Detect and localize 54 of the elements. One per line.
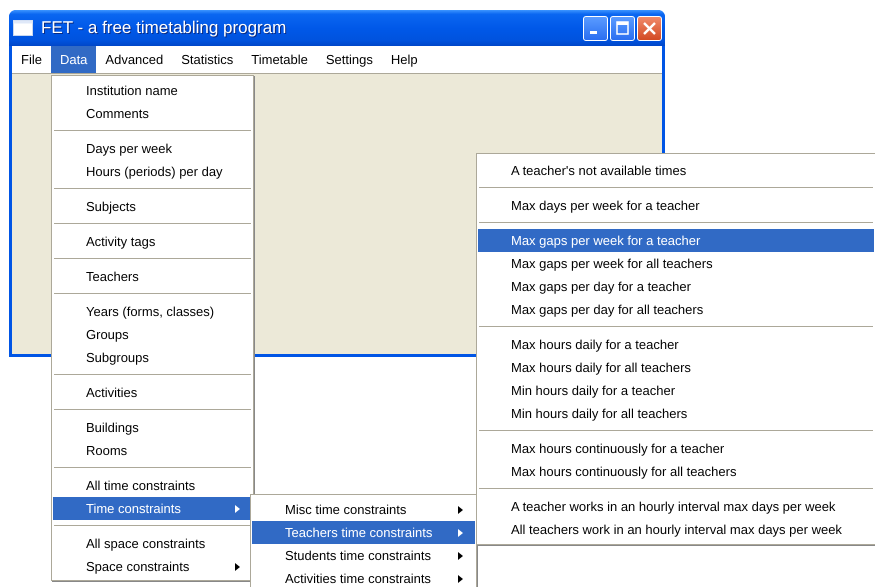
menu-item[interactable]: All teachers work in an hourly interval max days per week [478,518,874,541]
menu-item[interactable]: Time constraints [53,497,252,520]
menu-item[interactable]: Max hours continuously for all teachers [478,460,874,483]
menu-bar-item[interactable]: Data [50,46,96,73]
menu-item[interactable]: Buildings [53,416,252,439]
maximize-button[interactable] [610,16,635,40]
menu-bar-item[interactable]: File [12,46,51,73]
window-title: FET - a free timetabling program [41,18,286,38]
menu-item[interactable]: Max hours daily for a teacher [478,333,874,356]
submenu-arrow-icon [235,563,240,571]
menu-bar-item[interactable]: Settings [316,46,382,73]
submenu-arrow-icon [458,575,463,583]
menu-item[interactable]: Max gaps per day for all teachers [478,298,874,321]
menu-item[interactable]: Hours (periods) per day [53,160,252,183]
menu-item[interactable]: Max days per week for a teacher [478,194,874,217]
menu-item[interactable]: Max gaps per day for a teacher [478,275,874,298]
menu-item[interactable]: Days per week [53,137,252,160]
menu-item[interactable]: A teacher works in an hourly interval max days per week [478,495,874,518]
minimize-button[interactable] [583,16,608,40]
menu-item[interactable]: Comments [53,102,252,125]
menu-item[interactable]: Max gaps per week for all teachers [478,252,874,275]
menu-item[interactable]: Activity tags [53,230,252,253]
menu-item[interactable]: Activities [53,381,252,404]
menu-item[interactable]: Misc time constraints [252,498,475,521]
submenu-arrow-icon [458,506,463,514]
submenu-arrow-icon [458,529,463,537]
menu-bar-item[interactable]: Advanced [96,46,172,73]
menu-item[interactable]: Max gaps per week for a teacher [478,229,874,252]
menu-item[interactable]: Subgroups [53,346,252,369]
menu-item[interactable]: Activities time constraints [252,567,475,587]
menu-item[interactable]: Institution name [53,79,252,102]
menu-item[interactable]: Min hours daily for a teacher [478,379,874,402]
menu-item[interactable]: Max hours continuously for a teacher [478,437,874,460]
menu-bar-item[interactable]: Timetable [242,46,317,73]
menu-item[interactable]: Rooms [53,439,252,462]
menu-item[interactable]: Teachers [53,265,252,288]
submenu-arrow-icon [458,552,463,560]
menu-bar-item[interactable]: Statistics [172,46,242,73]
menu-item[interactable]: Subjects [53,195,252,218]
menu-item[interactable]: Max hours daily for all teachers [478,356,874,379]
menu-bar-item[interactable]: Help [382,46,427,73]
minimize-icon [590,31,596,34]
menu-item[interactable]: All time constraints [53,474,252,497]
window-icon [13,20,33,36]
menu-item[interactable]: All space constraints [53,532,252,555]
menu-item[interactable]: Min hours daily for all teachers [478,402,874,425]
menu-item[interactable]: Space constraints [53,555,252,578]
menu-item[interactable]: Groups [53,323,252,346]
close-button[interactable] [637,16,662,40]
menu-item[interactable]: A teacher's not available times [478,159,874,182]
menu-item[interactable]: Students time constraints [252,544,475,567]
menu-item[interactable]: Years (forms, classes) [53,300,252,323]
menu-item[interactable]: Teachers time constraints [252,521,475,544]
submenu-arrow-icon [235,505,240,513]
